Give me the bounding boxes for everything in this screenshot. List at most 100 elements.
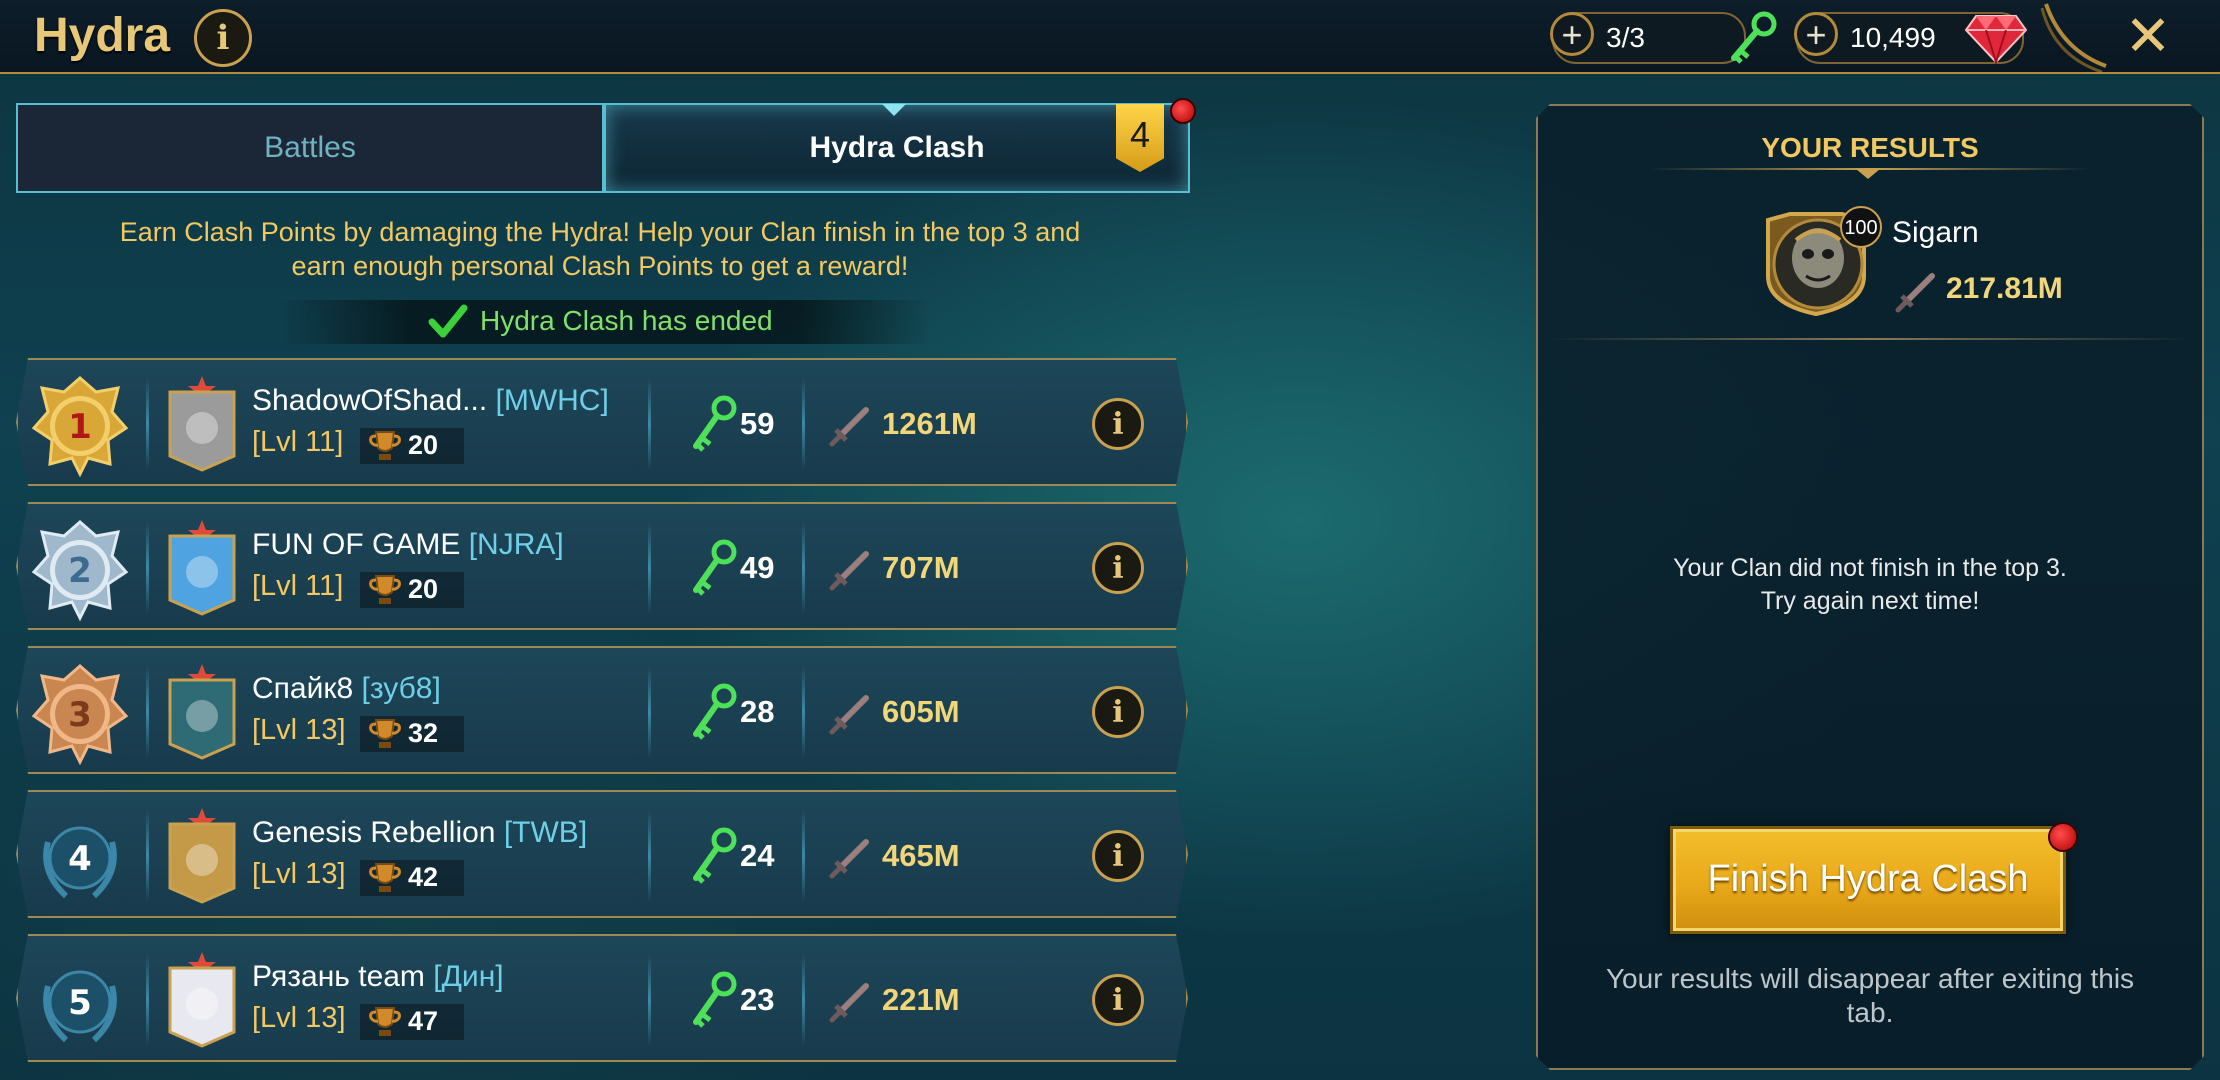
notification-dot [1170,98,1196,124]
player-level-badge: 100 [1840,206,1882,248]
add-gems-button[interactable]: + [1794,12,1838,56]
sword-icon [828,548,872,592]
trophy-count: 42 [408,862,439,892]
trophy-icon [368,430,402,462]
info-icon[interactable]: i [1092,398,1144,450]
rank-medal-icon: 4 [26,802,134,910]
key-icon [688,394,740,454]
corner-ornament [2040,3,2107,72]
clan-banner-icon [166,662,238,760]
clan-tag: [зуб8] [361,672,441,705]
clan-banner-icon [166,806,238,904]
trophy-icon [368,862,402,894]
status-text: Hydra Clash has ended [480,305,773,336]
clan-result-line-1: Your Clan did not finish in the top 3. [1673,554,2067,582]
clan-name[interactable]: Рязань team [Дин] [252,960,504,994]
clan-tag: [TWB] [503,816,588,849]
table-row[interactable]: 5 Рязань team [Дин] [Lvl 13] 47 23 221M … [16,934,1188,1062]
panel-divider [1548,338,2192,340]
key-icon [688,682,740,742]
row-divider [648,378,651,470]
trophy-count: 20 [408,430,439,460]
clan-name-text: Genesis Rebellion [252,816,496,849]
key-icon [688,538,740,598]
info-icon[interactable]: i [1092,830,1144,882]
info-icon[interactable]: i [1092,542,1144,594]
rank-medal-icon: 2 [26,514,134,622]
clan-result-message: Your Clan did not finish in the top 3. T… [1536,552,2204,618]
row-divider [146,810,149,902]
clan-name[interactable]: FUN OF GAME [NJRA] [252,528,564,562]
row-divider [146,522,149,614]
clan-name-text: Спайк8 [252,672,354,705]
keys-used: 24 [740,838,775,873]
trophy-icon [368,1006,402,1038]
clan-name[interactable]: Genesis Rebellion [TWB] [252,816,587,850]
clan-damage: 707M [882,550,960,585]
top-bar: Hydra i + 3/3 + 10,499 ✕ [0,0,2220,74]
row-divider [802,666,805,758]
rank-medal-icon: 5 [26,946,134,1054]
clan-tag: [Дин] [433,960,504,993]
clan-banner-icon [166,518,238,616]
keys-resource: + 3/3 [1550,11,1777,64]
gems-count: 10,499 [1850,22,1936,53]
keys-used: 23 [740,982,775,1017]
results-warning: Your results will disappear after exitin… [1536,962,2204,1030]
table-row[interactable]: 1 ShadowOfShad... [MWHC] [Lvl 11] 20 59 … [16,358,1188,486]
keys-used: 59 [740,406,775,441]
clan-name[interactable]: ShadowOfShad... [MWHC] [252,384,609,418]
clan-damage: 1261M [882,406,977,441]
keys-used: 49 [740,550,775,585]
row-divider [648,810,651,902]
clan-name-text: ShadowOfShad... [252,384,488,417]
info-icon[interactable]: i [1092,974,1144,1026]
add-keys-button[interactable]: + [1550,12,1594,56]
table-row[interactable]: 3 Спайк8 [зуб8] [Lvl 13] 32 28 605M i [16,646,1188,774]
clan-level: [Lvl 11] [252,570,344,602]
tab-hydra-clash[interactable]: Hydra Clash [604,103,1190,193]
keys-used: 28 [740,694,775,729]
sword-icon [828,404,872,448]
page-title: Hydra [34,9,171,62]
row-divider [146,378,149,470]
tab-hydra-clash-label: Hydra Clash [809,131,985,164]
info-icon[interactable]: i [1092,686,1144,738]
trophy-icon [368,574,402,606]
tab-battles[interactable]: Battles [16,103,604,193]
clan-tag: [MWHC] [495,384,609,417]
title-caret [1856,169,1880,179]
rank-number: 4 [68,839,92,879]
rank-number: 1 [68,407,92,447]
info-icon[interactable]: i [194,9,252,67]
clan-banner-icon [166,374,238,472]
active-tab-indicator [882,104,906,116]
row-divider [802,378,805,470]
keys-count: 3/3 [1606,22,1645,53]
trophy-count: 20 [408,574,439,604]
table-row[interactable]: 2 FUN OF GAME [NJRA] [Lvl 11] 20 49 707M… [16,502,1188,630]
rank-medal-icon: 1 [26,370,134,478]
trophy-count: 47 [408,1006,439,1036]
tab-count-badge: 4 [1116,104,1164,172]
trophy-count: 32 [408,718,439,748]
rank-medal-icon: 3 [26,658,134,766]
gems-resource: + 10,499 [1794,12,2028,64]
description-line-1: Earn Clash Points by damaging the Hydra!… [119,217,1081,247]
clan-level: [Lvl 13] [252,1002,346,1034]
clan-name[interactable]: Спайк8 [зуб8] [252,672,441,706]
clan-name-text: Рязань team [252,960,425,993]
clan-result-line-2: Try again next time! [1760,587,1980,615]
close-icon[interactable]: ✕ [2120,8,2176,64]
clan-level: [Lvl 13] [252,858,346,890]
finish-hydra-clash-button[interactable]: Finish Hydra Clash [1670,826,2066,934]
key-icon [688,970,740,1030]
row-divider [802,954,805,1046]
row-divider [648,522,651,614]
sword-icon [1895,273,1935,313]
key-icon [1731,11,1777,64]
clan-damage: 465M [882,838,960,873]
table-row[interactable]: 4 Genesis Rebellion [TWB] [Lvl 13] 42 24… [16,790,1188,918]
row-divider [146,666,149,758]
gem-icon [1964,15,2028,64]
